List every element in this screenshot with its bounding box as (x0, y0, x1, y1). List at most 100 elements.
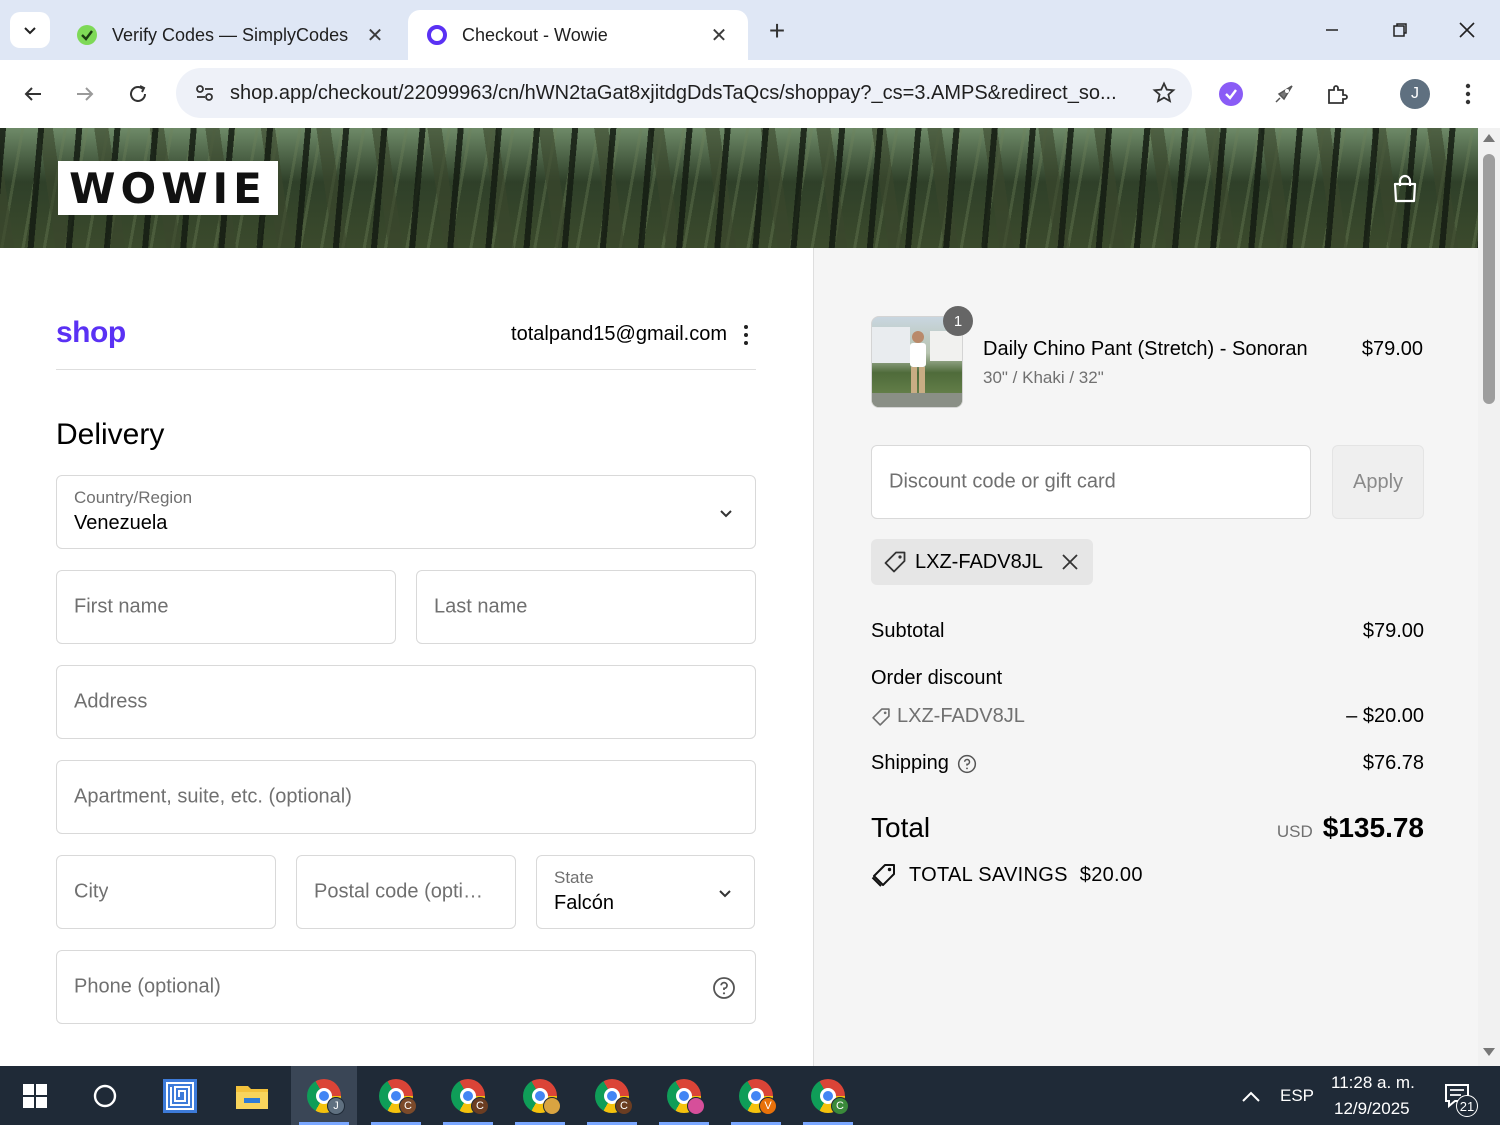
apply-discount-button[interactable]: Apply (1332, 445, 1424, 519)
tab-checkout-wowie[interactable]: Checkout - Wowie ✕ (408, 10, 748, 60)
total-savings: TOTAL SAVINGS $20.00 (871, 862, 1143, 888)
file-explorer-button[interactable] (219, 1066, 285, 1125)
chrome-profile-badge: C (615, 1097, 633, 1115)
divider (56, 369, 756, 370)
new-tab-button[interactable]: + (762, 15, 792, 46)
last-name-placeholder: Last name (434, 595, 528, 618)
bookmark-star-icon[interactable] (1136, 81, 1192, 105)
rocket-extension-button[interactable] (1264, 74, 1304, 114)
task-view-app-button[interactable] (147, 1066, 213, 1125)
menu-dot (744, 333, 748, 337)
extension-badge-icon (1219, 82, 1243, 106)
start-button[interactable] (2, 1066, 68, 1125)
help-icon[interactable] (957, 754, 977, 774)
close-tab-icon[interactable]: ✕ (708, 24, 730, 47)
order-summary: 1 Daily Chino Pant (Stretch) - Sonoran 3… (813, 248, 1478, 1066)
profile-button[interactable]: J (1395, 74, 1435, 114)
input-language[interactable]: ESP (1280, 1086, 1314, 1106)
delivery-heading: Delivery (56, 418, 165, 451)
chrome-window-button[interactable]: C (579, 1066, 645, 1125)
help-icon[interactable] (711, 975, 737, 1001)
chrome-window-button[interactable]: J (291, 1066, 357, 1125)
scroll-down-arrow-icon[interactable] (1483, 1048, 1495, 1056)
site-info-icon[interactable] (180, 82, 230, 104)
minimize-button[interactable] (1312, 12, 1352, 48)
tab-search-button[interactable] (10, 12, 50, 48)
remove-discount-icon[interactable] (1061, 553, 1079, 571)
simplycodes-extension-button[interactable] (1211, 74, 1251, 114)
state-select[interactable]: State Falcón (536, 855, 755, 929)
browser-menu-button[interactable] (1448, 74, 1488, 114)
arrow-right-icon (77, 87, 94, 101)
discount-code-text: LXZ-FADV8JL (897, 705, 1025, 727)
show-hidden-icons-button[interactable] (1218, 1066, 1284, 1125)
tag-icon (872, 707, 890, 726)
chrome-window-button[interactable] (507, 1066, 573, 1125)
reload-button[interactable] (118, 74, 158, 114)
state-value: Falcón (554, 892, 615, 914)
puzzle-icon (1328, 85, 1348, 104)
store-logo-text: WOWIE (69, 163, 267, 213)
close-tab-icon[interactable]: ✕ (364, 24, 386, 47)
clock-date[interactable]: 12/9/2025 (1334, 1099, 1410, 1119)
extensions-button[interactable] (1317, 74, 1357, 114)
account-menu-button[interactable] (736, 320, 756, 350)
subtotal-label: Subtotal (871, 620, 945, 642)
back-button[interactable] (13, 74, 53, 114)
chevron-up-icon (1242, 1091, 1260, 1102)
applied-discount-chip: LXZ-FADV8JL (871, 539, 1093, 585)
scroll-thumb[interactable] (1483, 154, 1495, 404)
chrome-window-button[interactable] (651, 1066, 717, 1125)
country-select[interactable]: Country/Region Venezuela (56, 475, 756, 549)
product-name: Daily Chino Pant (Stretch) - Sonoran (983, 338, 1308, 360)
chrome-profile-badge (543, 1097, 561, 1115)
postal-code-placeholder: Postal code (opti… (314, 880, 483, 903)
postal-code-field[interactable]: Postal code (opti… (296, 855, 516, 929)
tags-icon (871, 864, 895, 887)
menu-dot (744, 341, 748, 345)
arrow-left-icon (24, 87, 41, 101)
chrome-window-button[interactable]: C (363, 1066, 429, 1125)
chrome-window-button[interactable]: C (435, 1066, 501, 1125)
discount-code-row: LXZ-FADV8JL – $20.00 (871, 705, 1424, 728)
country-value: Venezuela (74, 512, 168, 534)
last-name-field[interactable]: Last name (416, 570, 756, 644)
notification-center-button[interactable]: 21 (1428, 1066, 1488, 1125)
chevron-down-icon (24, 27, 36, 35)
chrome-profile-badge: V (759, 1097, 777, 1115)
city-field[interactable]: City (56, 855, 276, 929)
rocket-icon (1275, 85, 1293, 103)
clock-time[interactable]: 11:28 a. m. (1331, 1073, 1415, 1093)
apartment-field[interactable]: Apartment, suite, etc. (optional) (56, 760, 756, 834)
address-bar[interactable]: shop.app/checkout/22099963/cn/hWN2taGat8… (176, 68, 1192, 118)
restore-button[interactable] (1380, 12, 1420, 48)
notification-count: 21 (1456, 1095, 1478, 1117)
scroll-up-arrow-icon[interactable] (1483, 134, 1495, 142)
search-circle-icon (93, 1084, 117, 1107)
discount-placeholder: Discount code or gift card (889, 470, 1116, 493)
chrome-window-button[interactable]: V (723, 1066, 789, 1125)
shipping-value: $76.78 (1362, 752, 1424, 774)
chrome-window-button[interactable]: C (795, 1066, 861, 1125)
phone-field[interactable]: Phone (optional) (56, 950, 756, 1024)
chrome-profile-badge: J (327, 1097, 345, 1115)
menu-dot (744, 325, 748, 329)
city-placeholder: City (74, 880, 109, 903)
first-name-field[interactable]: First name (56, 570, 396, 644)
cart-button[interactable] (1388, 172, 1422, 206)
discount-code-input[interactable]: Discount code or gift card (871, 445, 1311, 519)
store-logo[interactable]: WOWIE (58, 161, 278, 215)
close-icon (1459, 22, 1475, 38)
address-field[interactable]: Address (56, 665, 756, 739)
total-label: Total (871, 812, 931, 843)
search-button[interactable] (72, 1066, 138, 1125)
maze-app-icon (163, 1078, 197, 1113)
savings-label: TOTAL SAVINGS (909, 863, 1068, 886)
close-window-button[interactable] (1447, 12, 1487, 48)
tab-simplycodes[interactable]: Verify Codes — SimplyCodes ✕ (58, 10, 404, 60)
subtotal-value: $79.00 (1362, 620, 1424, 642)
page-scrollbar[interactable] (1478, 128, 1500, 1066)
account-email: totalpand15@gmail.com (511, 323, 727, 345)
chrome-profile-badge: C (399, 1097, 417, 1115)
forward-button[interactable] (65, 74, 105, 114)
